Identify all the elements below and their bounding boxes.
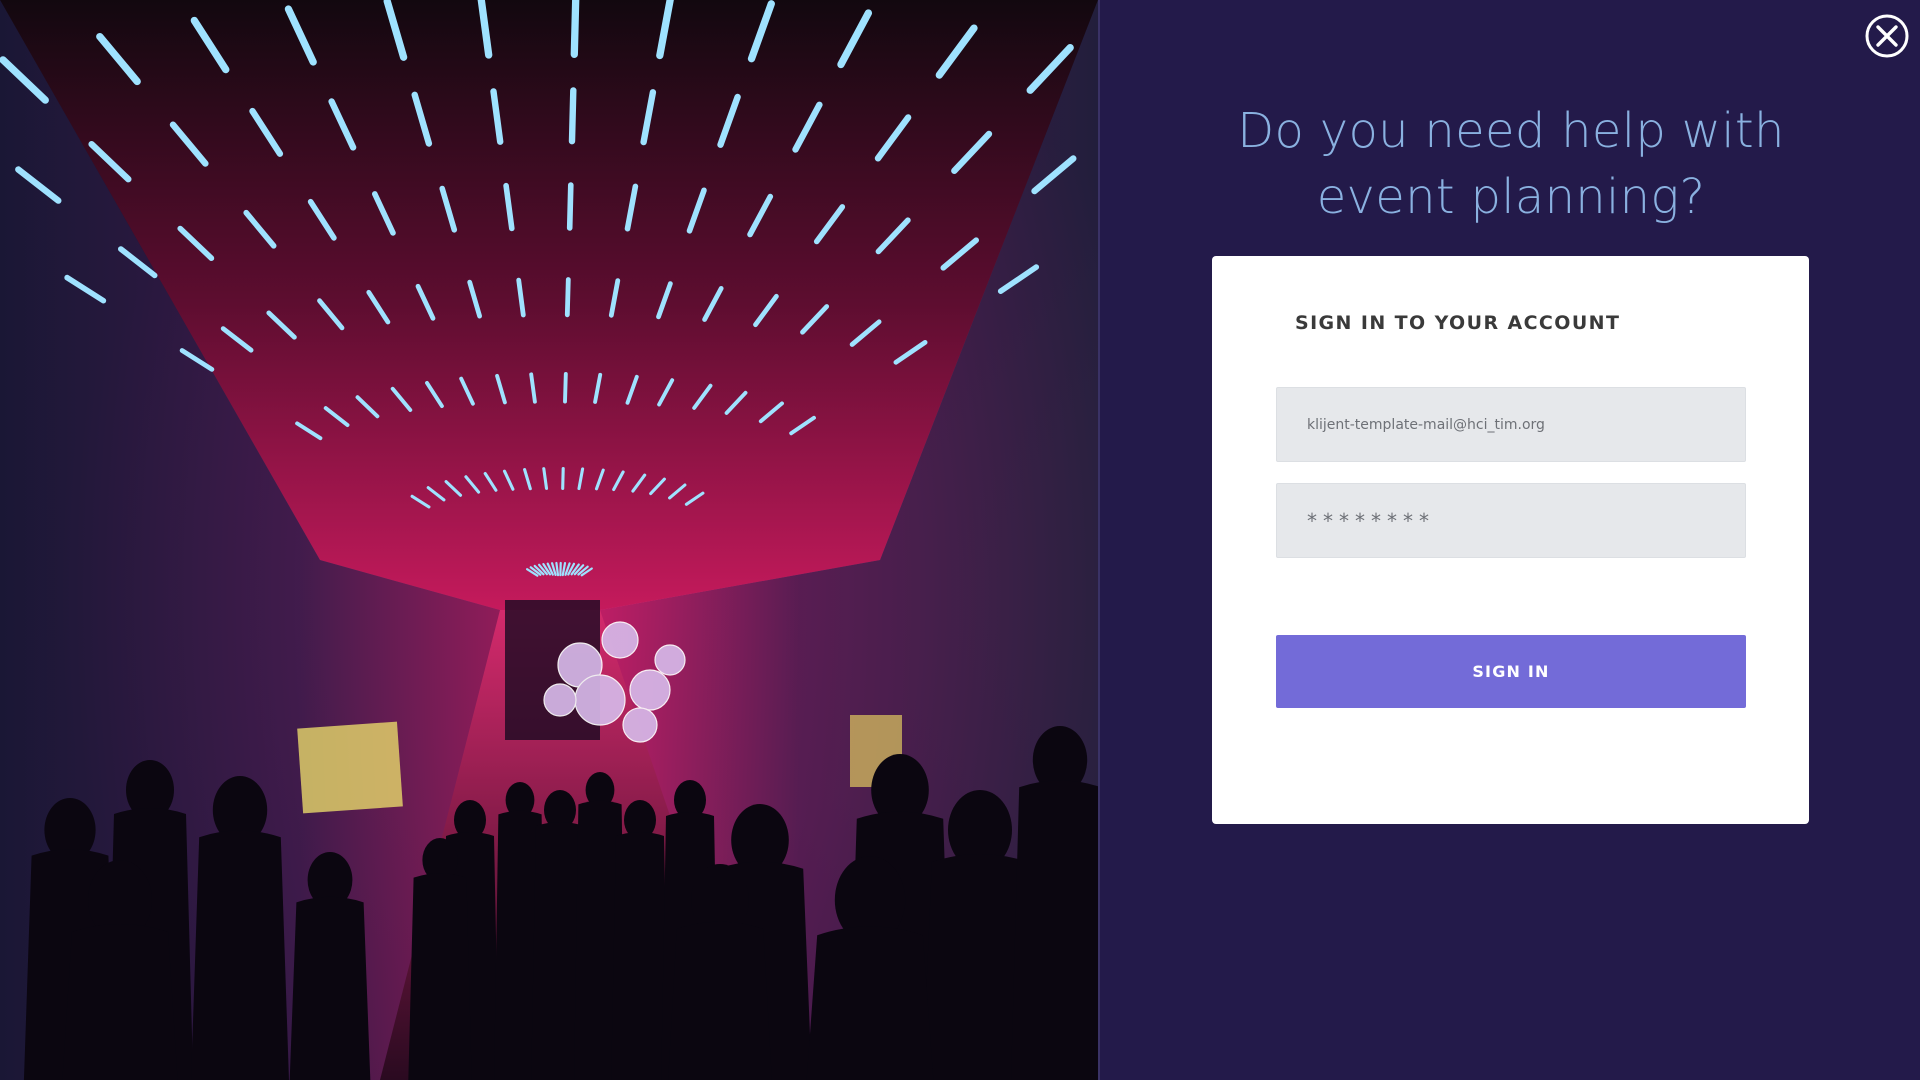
disco-ball: [601, 621, 639, 659]
nightclub-party-photo: [0, 0, 1098, 1080]
disco-ball: [574, 674, 626, 726]
ceiling-light-tube: [566, 182, 574, 231]
crowd-person-silhouette: [611, 800, 669, 1080]
disco-ball: [543, 683, 577, 717]
panel-headline: Do you need help with event planning?: [1100, 98, 1920, 230]
email-field[interactable]: [1276, 387, 1746, 462]
ceiling-light-tube: [570, 0, 580, 59]
disco-ball: [654, 644, 686, 676]
event-planning-login-page: Do you need help with event planning? SI…: [0, 0, 1920, 1080]
sign-in-card: SIGN IN TO YOUR ACCOUNT SIGN IN: [1212, 256, 1809, 824]
disco-ball: [629, 669, 671, 711]
sign-in-panel: Do you need help with event planning? SI…: [1098, 0, 1920, 1080]
headline-line-2: event planning?: [1316, 169, 1706, 225]
sign-in-title: SIGN IN TO YOUR ACCOUNT: [1295, 312, 1621, 334]
ceiling-light-tube: [564, 277, 571, 318]
sign-in-button[interactable]: SIGN IN: [1276, 635, 1746, 708]
password-field[interactable]: [1276, 483, 1746, 558]
close-icon: [1865, 14, 1909, 58]
ceiling-light-tube: [563, 372, 568, 404]
ceiling-light-tube: [561, 466, 565, 490]
headline-line-1: Do you need help with: [1237, 103, 1785, 159]
ceiling-light-tube: [568, 87, 577, 145]
close-button[interactable]: [1864, 13, 1910, 59]
disco-ball: [622, 707, 658, 743]
